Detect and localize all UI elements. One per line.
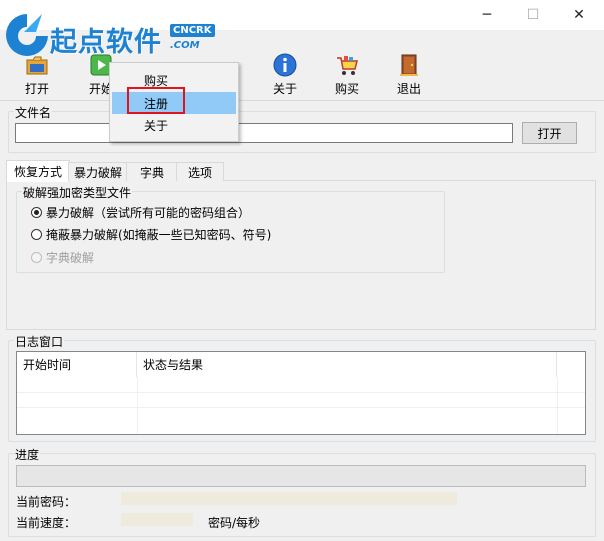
menu-item-buy-label: 购买 <box>144 73 169 88</box>
exit-door-icon <box>396 52 422 78</box>
menu-item-about[interactable]: 关于 <box>112 114 236 136</box>
watermark-badge-domain: .COM <box>170 40 200 51</box>
about-toolbar-label: 关于 <box>272 82 297 96</box>
dictionary-radio <box>31 252 42 263</box>
annotation-highlight-box <box>127 87 185 114</box>
buy-toolbar-label: 购买 <box>334 82 359 96</box>
exit-toolbar-button[interactable]: 退出 <box>384 50 434 96</box>
brute-force-label: 暴力破解（尝试所有可能的密码组合） <box>46 206 251 220</box>
option-dictionary: 字典破解 <box>31 249 94 266</box>
mask-brute-force-radio[interactable] <box>31 229 42 240</box>
close-button[interactable]: ✕ <box>556 0 602 30</box>
log-row-divider <box>17 407 585 408</box>
tab-options[interactable]: 选项 <box>176 162 224 181</box>
option-brute-force[interactable]: 暴力破解（尝试所有可能的密码组合） <box>31 204 250 221</box>
open-file-button[interactable]: 打开 <box>522 122 577 144</box>
progress-bar <box>16 465 586 487</box>
minimize-button[interactable]: ─ <box>464 0 510 30</box>
watermark-logo-icon <box>2 10 52 65</box>
mask-brute-force-label: 掩蔽暴力破解(如掩蔽一些已知密码、符号) <box>46 228 272 242</box>
brute-force-radio[interactable] <box>31 207 42 218</box>
tab-dictionary[interactable]: 字典 <box>126 162 178 181</box>
dictionary-label: 字典破解 <box>46 251 95 265</box>
exit-toolbar-label: 退出 <box>396 82 421 96</box>
log-column-divider <box>557 377 558 434</box>
option-mask-brute-force[interactable]: 掩蔽暴力破解(如掩蔽一些已知密码、符号) <box>31 226 271 243</box>
menu-item-about-label: 关于 <box>144 118 169 133</box>
current-speed-label: 当前速度： <box>16 516 77 530</box>
buy-toolbar-button[interactable]: 购买 <box>322 50 372 96</box>
shopping-cart-icon <box>334 52 360 78</box>
tab-brute-force[interactable]: 暴力破解 <box>68 162 128 181</box>
maximize-button[interactable]: ☐ <box>510 0 556 30</box>
speed-unit-label: 密码/每秒 <box>208 516 261 530</box>
recovery-group-label: 破解强加密类型文件 <box>22 184 133 201</box>
log-row-divider <box>17 392 585 393</box>
info-icon <box>272 52 298 78</box>
current-speed-value <box>121 513 193 526</box>
file-path-input[interactable] <box>15 123 513 143</box>
tab-recovery-mode[interactable]: 恢复方式 <box>6 160 70 182</box>
log-column-start-time[interactable]: 开始时间 <box>17 352 137 377</box>
current-password-value <box>121 492 457 505</box>
watermark-badge: CNCRK <box>170 24 215 37</box>
progress-group-label: 进度 <box>14 446 41 463</box>
log-group-label: 日志窗口 <box>14 333 65 350</box>
log-list[interactable]: 开始时间 状态与结果 <box>16 351 586 435</box>
current-password-label: 当前密码： <box>16 495 77 509</box>
about-toolbar-button[interactable]: 关于 <box>260 50 310 96</box>
open-toolbar-label: 打开 <box>24 82 49 96</box>
file-group-label: 文件名 <box>14 104 53 121</box>
watermark-logo-text: 起点软件 <box>50 27 162 58</box>
log-column-divider <box>137 377 138 434</box>
log-column-status[interactable]: 状态与结果 <box>137 352 557 377</box>
